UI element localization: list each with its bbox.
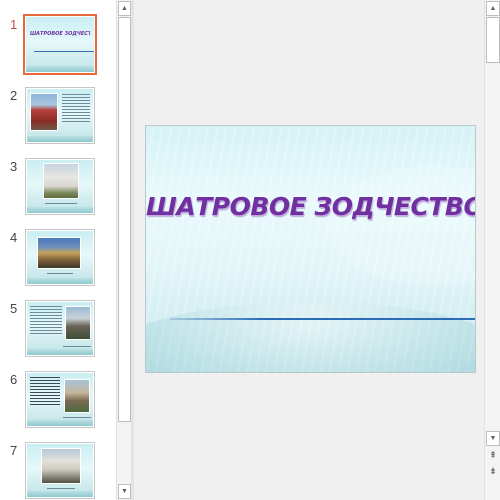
thumbnail-preview: [27, 160, 93, 213]
slide-number: 6: [10, 372, 18, 387]
next-slide-icon[interactable]: ⇟: [486, 464, 500, 478]
church-photo: [64, 379, 90, 413]
scrollbar-thumb[interactable]: [118, 17, 131, 422]
current-slide[interactable]: ШАТРОВОЕ ЗОДЧЕСТВО: [145, 125, 476, 373]
text-placeholder: [63, 346, 91, 349]
slide-thumbnail-row: 2: [0, 87, 116, 146]
scrollbar-thumb[interactable]: [486, 17, 500, 63]
church-photo: [41, 448, 81, 484]
slide-thumbnail-row: 7: [0, 442, 116, 500]
slide-thumbnail-6[interactable]: [25, 371, 95, 428]
thumbnail-scrollbar[interactable]: ▲ ▼: [116, 0, 131, 500]
thumbnail-preview: [27, 302, 93, 355]
slide-thumbnail-row: 4: [0, 229, 116, 288]
scroll-down-icon[interactable]: ▼: [118, 484, 131, 499]
text-placeholder: [63, 417, 91, 420]
title-underline: [170, 318, 475, 320]
text-placeholder: [47, 488, 75, 491]
text-placeholder: [62, 94, 90, 124]
text-placeholder: [45, 203, 77, 206]
scroll-up-icon[interactable]: ▲: [486, 1, 500, 16]
slide-number: 1: [10, 17, 18, 32]
slide-number: 3: [10, 159, 18, 174]
thumbnail-preview: [27, 373, 93, 426]
text-placeholder: [30, 306, 62, 336]
text-placeholder: [47, 273, 73, 276]
slide-number: 7: [10, 443, 18, 458]
slide-scrollbar[interactable]: ▲ ▼ ⇞ ⇟: [484, 0, 500, 500]
slide-thumbnail-pane: 1 ШАТРОВОЕ ЗОДЧЕСТВО 2 3: [0, 0, 116, 500]
slide-thumbnail-1[interactable]: ШАТРОВОЕ ЗОДЧЕСТВО: [23, 14, 97, 75]
slide-thumbnail-5[interactable]: [25, 300, 95, 357]
thumbnail-preview: [27, 231, 93, 284]
previous-slide-icon[interactable]: ⇞: [486, 448, 500, 462]
slide-thumbnail-row: 3: [0, 158, 116, 217]
slide-thumbnail-2[interactable]: [25, 87, 95, 144]
church-photo: [65, 306, 91, 340]
church-photo: [43, 163, 79, 199]
church-photo: [30, 93, 58, 131]
thumbnail-title: ШАТРОВОЕ ЗОДЧЕСТВО: [30, 31, 90, 37]
text-placeholder: [30, 377, 60, 407]
scroll-down-icon[interactable]: ▼: [486, 431, 500, 446]
slide-thumbnail-4[interactable]: [25, 229, 95, 286]
thumbnail-rule: [34, 51, 94, 52]
slide-number: 5: [10, 301, 18, 316]
slide-number: 2: [10, 88, 18, 103]
slide-title[interactable]: ШАТРОВОЕ ЗОДЧЕСТВО: [146, 192, 475, 221]
slide-thumbnail-row: 5: [0, 300, 116, 359]
scroll-up-icon[interactable]: ▲: [118, 1, 131, 16]
slide-thumbnail-3[interactable]: [25, 158, 95, 215]
slide-thumbnail-row: 1 ШАТРОВОЕ ЗОДЧЕСТВО: [0, 14, 116, 75]
slide-number: 4: [10, 230, 18, 245]
thumbnail-preview: ШАТРОВОЕ ЗОДЧЕСТВО: [26, 17, 94, 72]
slide-thumbnail-7[interactable]: [25, 442, 95, 499]
thumbnail-preview: [27, 444, 93, 497]
thumbnail-preview: [27, 89, 93, 142]
slide-background-wave: [146, 302, 475, 372]
slide-thumbnail-row: 6: [0, 371, 116, 430]
church-photo: [37, 237, 81, 269]
